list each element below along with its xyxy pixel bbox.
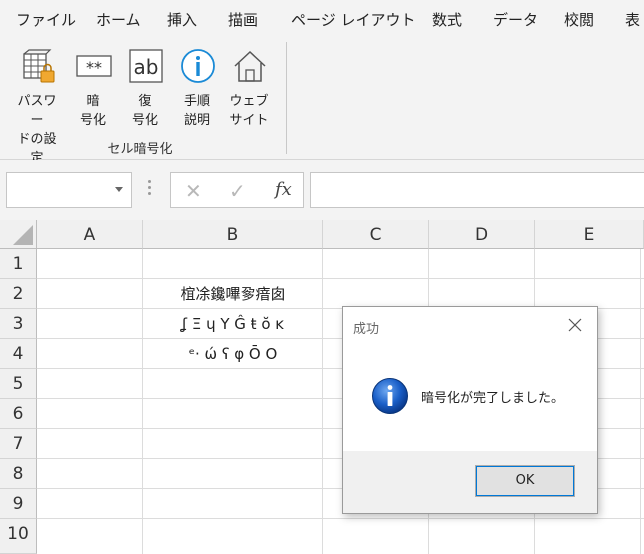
- row-header-5[interactable]: 5: [0, 369, 37, 399]
- column-header-d[interactable]: D: [429, 220, 535, 249]
- svg-text:ab: ab: [134, 55, 159, 79]
- row-header-4[interactable]: 4: [0, 339, 37, 369]
- dialog-footer: OK: [343, 451, 597, 513]
- tab-data[interactable]: データ: [493, 9, 538, 30]
- tab-file[interactable]: ファイル: [16, 9, 76, 30]
- gridline: [640, 249, 641, 554]
- row-header-8[interactable]: 8: [0, 459, 37, 489]
- drag-handle-icon[interactable]: [148, 180, 152, 198]
- name-box[interactable]: [6, 172, 132, 208]
- cell-b3[interactable]: ʆ Ξ ɥ Y Ĝ ŧ ŏ ĸ: [143, 309, 323, 339]
- lock-grid-icon: [23, 49, 55, 83]
- column-header-b[interactable]: B: [143, 220, 323, 249]
- website-label: ウェブ サイト: [229, 94, 269, 128]
- row-header-2[interactable]: 2: [0, 279, 37, 309]
- dialog-title: 成功: [353, 322, 380, 337]
- decrypt-button[interactable]: ab 復 号化: [120, 44, 170, 128]
- decrypt-label: 復 号化: [131, 94, 158, 128]
- svg-text:**: **: [86, 58, 102, 77]
- row-header-6[interactable]: 6: [0, 399, 37, 429]
- column-header-c[interactable]: C: [323, 220, 429, 249]
- row-header-10[interactable]: 10: [0, 519, 37, 554]
- formula-bar: ✕ ✓ fx: [0, 160, 644, 220]
- dialog-message: 暗号化が完了しました。: [421, 391, 565, 406]
- close-icon[interactable]: [567, 317, 583, 333]
- insert-function-icon[interactable]: fx: [275, 179, 292, 200]
- ab-box-icon: ab: [129, 49, 163, 83]
- cancel-icon[interactable]: ✕: [185, 179, 202, 203]
- enter-check-icon[interactable]: ✓: [229, 179, 246, 203]
- chevron-down-icon[interactable]: [115, 187, 123, 192]
- ok-button[interactable]: OK: [475, 465, 575, 497]
- website-button[interactable]: ウェブ サイト: [224, 44, 274, 128]
- cell-b4[interactable]: ᵉ· ώ ʕ φ Ō O: [143, 339, 323, 369]
- tab-view[interactable]: 表: [625, 9, 640, 30]
- gridline: [37, 518, 644, 519]
- formula-buttons: ✕ ✓ fx: [170, 172, 304, 208]
- row-header-1[interactable]: 1: [0, 249, 37, 279]
- formula-input[interactable]: [310, 172, 644, 208]
- tab-formulas[interactable]: 数式: [432, 9, 462, 30]
- menu-bar: ファイル ホーム 挿入 描画 ページ レイアウト 数式 データ 校閲 表: [0, 0, 644, 36]
- column-header-a[interactable]: A: [37, 220, 143, 249]
- tab-draw[interactable]: 描画: [228, 9, 258, 30]
- house-icon: [234, 50, 266, 82]
- tab-review[interactable]: 校閲: [564, 9, 594, 30]
- row-header-7[interactable]: 7: [0, 429, 37, 459]
- row-header-3[interactable]: 3: [0, 309, 37, 339]
- ribbon-group-label: セル暗号化: [107, 142, 173, 157]
- encrypt-label: 暗 号化: [79, 94, 106, 128]
- instructions-label: 手順 説明: [183, 94, 210, 128]
- set-password-button[interactable]: パスワー ドの設定: [12, 44, 62, 166]
- cell-b2[interactable]: 椬凃鑱嗶㚉瘖囱: [143, 279, 323, 309]
- tab-insert[interactable]: 挿入: [167, 9, 197, 30]
- asterisk-box-icon: **: [76, 55, 112, 77]
- gridline: [37, 278, 644, 279]
- ribbon: パスワー ドの設定 ** 暗 号化 ab 復 号化 手順 説明 ウェブ サイト …: [0, 36, 644, 166]
- column-header-e[interactable]: E: [535, 220, 644, 249]
- info-circle-icon: [181, 49, 215, 83]
- tab-page-layout[interactable]: ページ レイアウト: [291, 9, 415, 30]
- success-dialog: 成功 暗号化が完了しました。 OK: [342, 306, 598, 514]
- encrypt-button[interactable]: ** 暗 号化: [68, 44, 118, 128]
- info-icon: [372, 378, 408, 414]
- row-header-9[interactable]: 9: [0, 489, 37, 519]
- tab-home[interactable]: ホーム: [96, 9, 141, 30]
- ribbon-group-divider: [286, 42, 287, 154]
- select-all-corner[interactable]: [0, 220, 37, 249]
- set-password-label: パスワー ドの設定: [17, 94, 57, 166]
- instructions-button[interactable]: 手順 説明: [172, 44, 222, 128]
